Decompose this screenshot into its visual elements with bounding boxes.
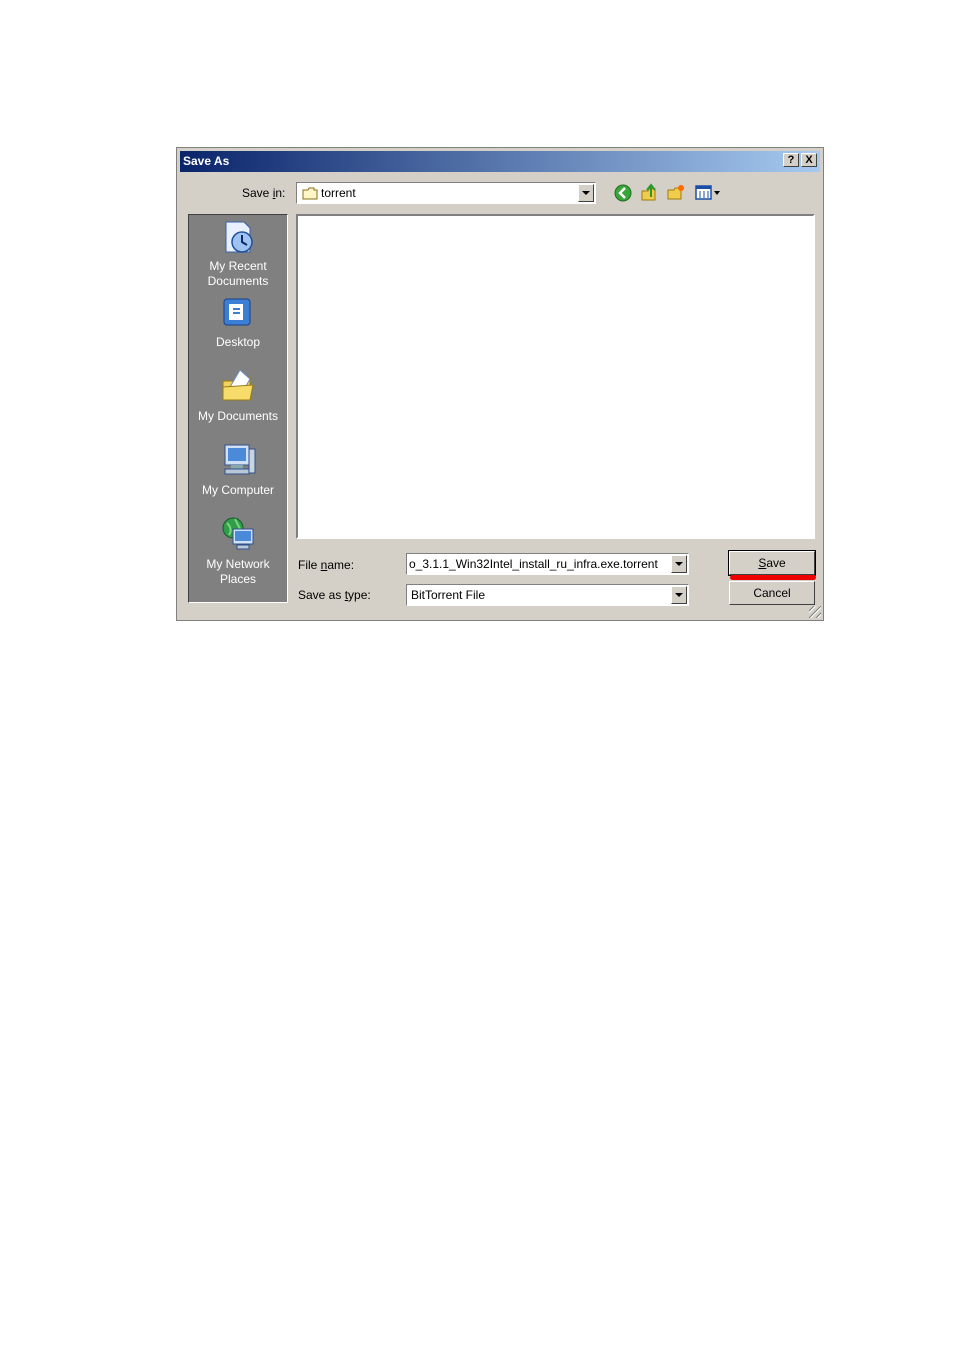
save-in-label: Save in: [242, 186, 286, 200]
place-desktop[interactable]: Desktop [189, 295, 287, 350]
network-places-icon [222, 517, 254, 550]
save-in-dropdown-button[interactable] [578, 184, 594, 202]
save-as-type-label: Save as type: [298, 588, 371, 602]
cancel-button[interactable]: Cancel [729, 581, 815, 605]
desktop-icon [223, 298, 251, 326]
red-highlight-mark [730, 575, 816, 580]
new-folder-icon[interactable] [666, 183, 686, 203]
up-folder-icon[interactable] [639, 183, 659, 203]
dialog-title: Save As [183, 154, 230, 168]
my-documents-icon [222, 369, 254, 401]
close-button[interactable]: X [801, 153, 817, 167]
save-as-type-value: BitTorrent File [411, 588, 486, 602]
save-in-combo[interactable]: torrent [296, 182, 596, 204]
place-my-recent-documents[interactable]: My Recent Documents [189, 219, 287, 289]
save-as-dialog: Save As ? X Save in: torrent My Recent D… [176, 147, 824, 621]
save-button[interactable]: Save [728, 550, 816, 576]
file-name-label: File name: [298, 558, 355, 572]
file-name-combo[interactable]: o_3.1.1_Win32Intel_install_ru_infra.exe.… [406, 553, 689, 575]
place-my-computer[interactable]: My Computer [189, 441, 287, 498]
help-button[interactable]: ? [783, 153, 799, 167]
place-my-network-places[interactable]: My Network Places [189, 515, 287, 587]
file-name-input[interactable]: o_3.1.1_Win32Intel_install_ru_infra.exe.… [409, 557, 658, 571]
save-as-type-combo[interactable]: BitTorrent File [406, 584, 689, 606]
back-icon[interactable] [613, 183, 633, 203]
file-name-dropdown-button[interactable] [671, 555, 687, 573]
file-list-view[interactable] [296, 214, 815, 539]
place-my-documents[interactable]: My Documents [189, 367, 287, 424]
save-in-value: torrent [321, 186, 356, 200]
save-as-type-dropdown-button[interactable] [671, 586, 687, 604]
places-bar: My Recent Documents Desktop My Documents [188, 214, 288, 603]
views-menu-icon[interactable] [694, 183, 724, 203]
title-bar[interactable]: Save As ? X [180, 151, 820, 172]
recent-documents-icon [225, 221, 253, 253]
my-computer-icon [224, 444, 256, 475]
folder-icon [302, 187, 318, 200]
resize-grip[interactable] [809, 606, 821, 618]
